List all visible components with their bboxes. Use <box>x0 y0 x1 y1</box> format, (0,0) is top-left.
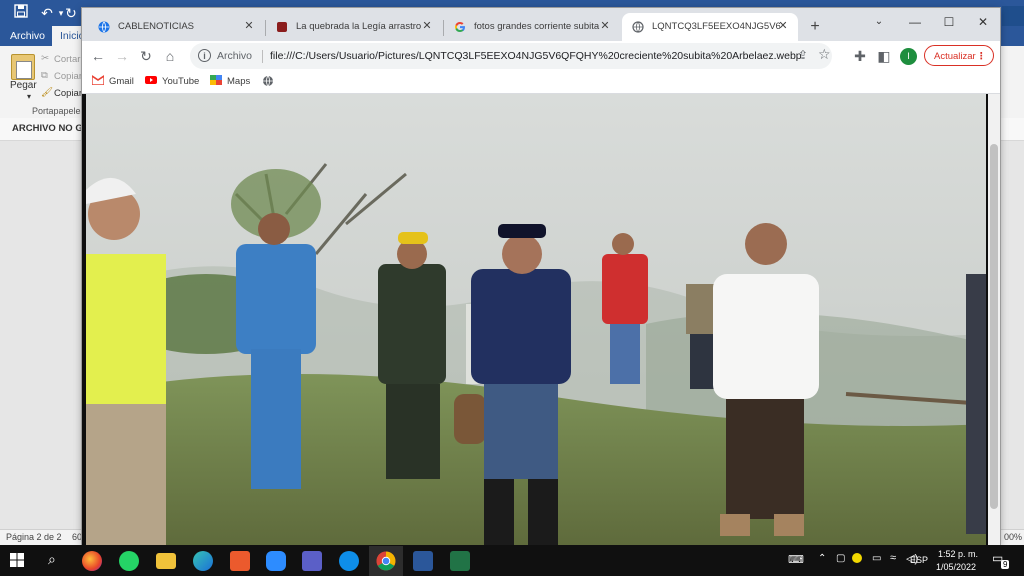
profile-avatar[interactable]: I <box>900 48 917 65</box>
office-icon[interactable] <box>230 551 250 571</box>
bookmark-gmail[interactable]: Gmail <box>92 75 134 89</box>
tab-la-quebrada[interactable]: La quebrada la Legía arrastro a ✕ <box>266 13 442 41</box>
bookmark-label: YouTube <box>162 76 200 87</box>
scrollbar-thumb[interactable] <box>990 144 998 509</box>
bookmark-label: Maps <box>227 76 251 87</box>
clipboard-group-label: Portapapeles <box>32 106 86 116</box>
tray-chevron-icon[interactable]: ⌃ <box>818 553 826 564</box>
bookmark-star-icon[interactable]: ☆ <box>818 46 831 63</box>
menu-archivo[interactable]: Archivo <box>2 26 53 46</box>
tab-title: LQNTCQ3LF5EEXO4NJG5V6QFQ <box>652 21 780 32</box>
extensions-icon[interactable]: ✚ <box>850 46 870 66</box>
clock-time[interactable]: 1:52 p. m. <box>938 549 978 559</box>
home-icon[interactable]: ⌂ <box>160 46 180 66</box>
site-info-icon[interactable]: i <box>198 49 211 62</box>
wifi-icon[interactable]: ≈ <box>890 552 896 564</box>
bookmark-globe[interactable] <box>262 75 279 89</box>
gmail-icon <box>92 75 104 85</box>
share-icon[interactable]: ⇪ <box>798 48 808 62</box>
teams-icon[interactable] <box>302 551 322 571</box>
news-favicon-icon <box>277 22 287 32</box>
keyboard-icon[interactable]: ⌨ <box>788 553 804 566</box>
word-count[interactable]: 60 <box>72 532 82 542</box>
word-account-area <box>1002 6 1024 26</box>
tab-title: fotos grandes corriente subita e <box>474 21 602 32</box>
scheme-label: Archivo <box>217 50 253 62</box>
format-painter-icon[interactable]: 🖌 <box>41 87 53 98</box>
minimize-icon[interactable]: — <box>900 12 930 32</box>
url-text[interactable]: file:///C:/Users/Usuario/Pictures/LQNTCQ… <box>270 50 802 62</box>
battery-icon[interactable]: ▭ <box>872 553 881 564</box>
zoom-icon[interactable] <box>266 551 286 571</box>
word-icon[interactable] <box>413 551 433 571</box>
cut-icon[interactable]: ✂ <box>41 53 49 64</box>
teamviewer-icon[interactable] <box>339 551 359 571</box>
bookmark-youtube[interactable]: YouTube <box>145 75 199 89</box>
address-bar[interactable]: i Archivo file:///C:/Users/Usuario/Pictu… <box>190 43 832 69</box>
bookmark-label: Gmail <box>109 76 134 87</box>
tab-image-file[interactable]: LQNTCQ3LF5EEXO4NJG5V6QFQ ✕ <box>622 13 798 41</box>
notice-text: ARCHIVO NO GU <box>12 123 90 134</box>
update-label: Actualizar <box>934 51 976 62</box>
edge-icon[interactable] <box>193 551 213 571</box>
vertical-scrollbar[interactable] <box>988 94 1000 545</box>
copy-icon[interactable]: ⧉ <box>41 70 48 81</box>
search-icon[interactable]: ⌕ <box>48 551 56 568</box>
menu-kebab-icon[interactable]: ⋮ <box>977 46 987 67</box>
paste-icon[interactable] <box>11 54 35 80</box>
globe-icon <box>632 21 644 33</box>
file-explorer-icon[interactable] <box>156 553 176 569</box>
notification-badge: 9 <box>1001 560 1010 569</box>
close-window-icon[interactable]: ✕ <box>968 12 998 32</box>
side-panel-icon[interactable]: ◧ <box>874 46 894 66</box>
rescue-scene-photo <box>86 94 986 545</box>
windows-taskbar <box>0 545 1024 576</box>
reload-icon[interactable]: ↻ <box>136 46 156 66</box>
copy-label[interactable]: Copiar <box>54 71 82 82</box>
tab-search-icon[interactable]: ⌄ <box>864 12 894 32</box>
redo-icon[interactable]: ↻ <box>62 4 80 22</box>
google-icon <box>455 22 465 32</box>
tab-title: CABLENOTICIAS <box>118 21 195 32</box>
whatsapp-icon[interactable] <box>119 551 139 571</box>
windows-start-icon[interactable] <box>10 553 24 567</box>
tab-title: La quebrada la Legía arrastro a <box>296 21 424 32</box>
new-tab-icon[interactable]: + <box>806 18 824 36</box>
tab-strip: CABLENOTICIAS ✕ La quebrada la Legía arr… <box>82 8 1000 41</box>
back-icon[interactable]: ← <box>88 46 108 66</box>
update-button[interactable]: Actualizar ⋮ <box>924 45 994 66</box>
status-app-icon[interactable] <box>852 553 862 563</box>
omnibox-separator <box>262 50 263 63</box>
close-tab-icon[interactable]: ✕ <box>776 19 790 33</box>
zoom-level[interactable]: 00% <box>1004 532 1022 542</box>
bookmarks-bar: Gmail YouTube Maps <box>82 71 1000 94</box>
firefox-icon[interactable] <box>82 551 102 571</box>
close-tab-icon[interactable]: ✕ <box>420 19 434 33</box>
maps-icon <box>210 75 222 85</box>
forward-icon[interactable]: → <box>112 46 132 66</box>
image-viewport <box>82 94 1000 545</box>
paste-label[interactable]: Pegar <box>10 80 37 91</box>
page-count[interactable]: Página 2 de 2 <box>6 532 62 542</box>
tab-cablenoticias[interactable]: CABLENOTICIAS ✕ <box>88 13 264 41</box>
save-icon[interactable] <box>12 4 30 22</box>
chrome-icon[interactable] <box>376 551 396 571</box>
close-tab-icon[interactable]: ✕ <box>242 19 256 33</box>
globe-icon <box>98 21 110 33</box>
tab-fotos-grandes[interactable]: fotos grandes corriente subita e ✕ <box>444 13 620 41</box>
excel-icon[interactable] <box>450 551 470 571</box>
chrome-window: CABLENOTICIAS ✕ La quebrada la Legía arr… <box>82 8 1000 545</box>
phone-link-icon[interactable]: ▢ <box>836 553 845 564</box>
youtube-icon <box>145 76 157 84</box>
format-painter-label[interactable]: Copiar <box>54 88 82 99</box>
paste-dropdown-icon[interactable]: ▾ <box>27 92 31 101</box>
chrome-toolbar: ← → ↻ ⌂ i Archivo file:///C:/Users/Usuar… <box>82 41 1000 71</box>
globe-icon <box>263 75 273 87</box>
maximize-icon[interactable]: ☐ <box>934 12 964 32</box>
cut-label[interactable]: Cortar <box>54 54 80 65</box>
close-tab-icon[interactable]: ✕ <box>598 19 612 33</box>
language-indicator[interactable]: ESP <box>910 555 928 565</box>
clock-date[interactable]: 1/05/2022 <box>936 562 976 572</box>
bookmark-maps[interactable]: Maps <box>210 75 250 89</box>
